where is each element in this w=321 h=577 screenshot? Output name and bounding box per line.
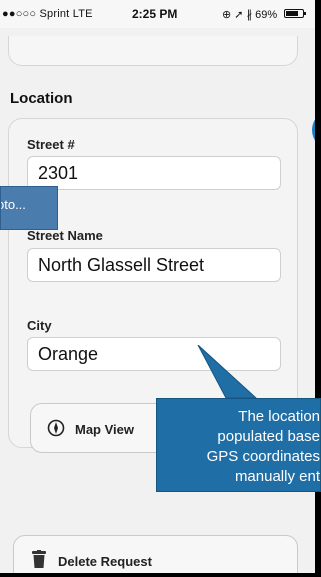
callout-left-text: oto... — [1, 197, 26, 212]
status-bar: ●●○○○ Sprint LTE 2:25 PM ⊕ ➚ ∦ 69% — [0, 0, 315, 28]
callout-line-3: GPS coordinates — [206, 448, 320, 465]
bluetooth-icon: ∦ — [246, 9, 253, 21]
street-number-label: Street # — [27, 137, 75, 152]
callout-line-4: manually ent — [234, 468, 320, 485]
callout-line-2: populated base — [217, 428, 320, 445]
battery-icon — [284, 9, 306, 18]
carrier-name: Sprint — [39, 8, 70, 20]
help-bubble — [312, 110, 315, 150]
signal-dots-icon: ●●○○○ — [2, 8, 37, 20]
map-view-label: Map View — [75, 422, 135, 437]
street-name-input[interactable] — [27, 248, 281, 282]
callout-left: oto... — [0, 186, 58, 230]
carrier-info: ●●○○○ Sprint LTE — [2, 8, 93, 20]
section-title: Location — [10, 90, 73, 107]
callout-main: The location populated base GPS coordina… — [156, 398, 321, 492]
network-type: LTE — [72, 8, 93, 20]
rotation-lock-icon: ⊕ — [222, 9, 232, 21]
callout-line-1: The location — [238, 408, 320, 425]
status-time: 2:25 PM — [132, 7, 178, 21]
previous-section-card — [8, 36, 298, 66]
city-label: City — [27, 318, 52, 333]
delete-request-label: Delete Request — [58, 554, 152, 569]
status-indicators: ⊕ ➚ ∦ 69% — [222, 8, 277, 21]
battery-percent: 69% — [255, 9, 278, 21]
compass-icon — [47, 419, 65, 437]
trash-icon — [32, 550, 46, 568]
street-number-input[interactable] — [27, 156, 281, 190]
location-arrow-icon: ➚ — [234, 9, 244, 21]
delete-request-button[interactable]: Delete Request — [13, 535, 298, 573]
street-name-label: Street Name — [27, 228, 103, 243]
callout-pointer — [197, 345, 258, 399]
